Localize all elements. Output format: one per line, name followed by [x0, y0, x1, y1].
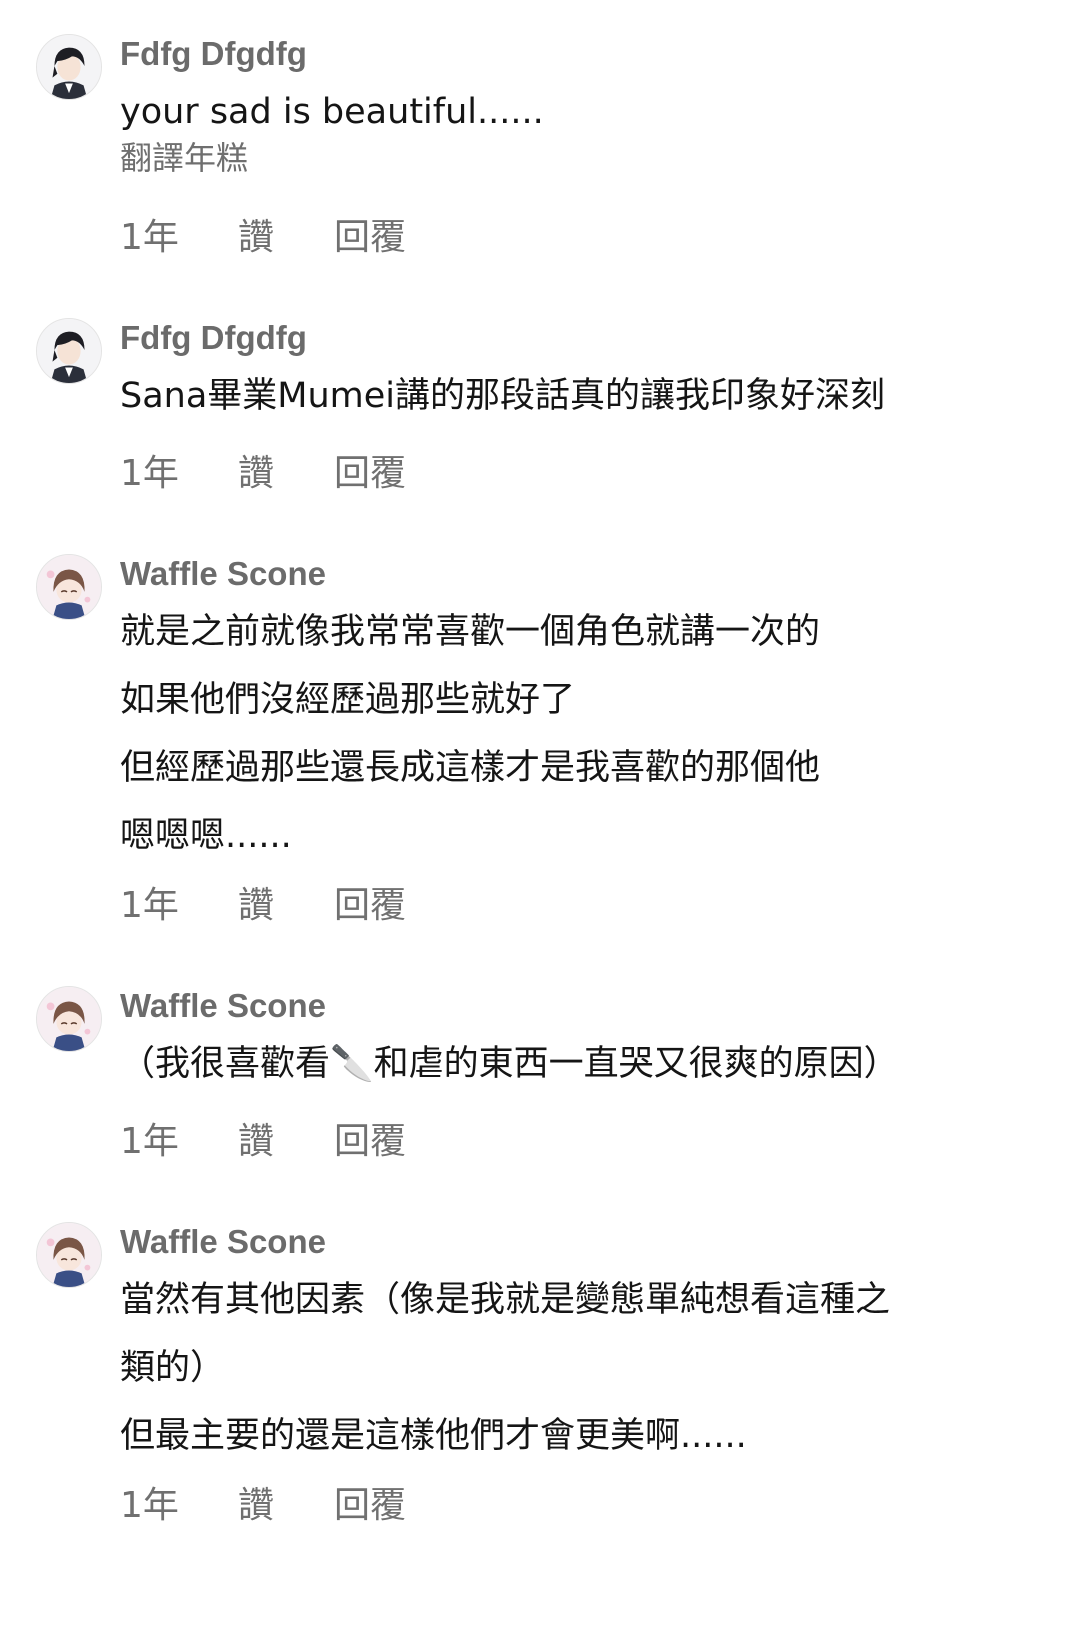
- comment-text-line: 如果他們沒經歷過那些就好了: [120, 680, 576, 720]
- comment-author[interactable]: Fdfg Dfgdfg: [120, 34, 307, 74]
- comment-author[interactable]: Waffle Scone: [120, 986, 326, 1026]
- comment-text-line: your sad is beautiful......: [120, 92, 544, 132]
- comment-text-line: 類的）: [120, 1348, 226, 1388]
- brown-hair-chibi-avatar-icon[interactable]: [36, 1222, 102, 1288]
- comment-text: Sana畢業Mumei講的那段話真的讓我印象好深刻: [120, 362, 1060, 430]
- comment-timestamp: 1年: [120, 1485, 179, 1526]
- brown-hair-chibi-avatar-icon[interactable]: [36, 986, 102, 1052]
- comment-text: your sad is beautiful......: [120, 78, 1060, 146]
- comment-actions: 1年 讚 回覆: [120, 448, 406, 494]
- comment-text-line: 當然有其他因素（像是我就是變態單純想看這種之: [120, 1280, 891, 1320]
- comment-text-line: （我很喜歡看🔪和虐的東西一直哭又很爽的原因）: [120, 1044, 899, 1084]
- like-button[interactable]: 讚: [238, 1476, 334, 1528]
- reply-button[interactable]: 回覆: [334, 876, 406, 928]
- comment-actions: 1年 讚 回覆: [120, 1116, 406, 1162]
- comment-text: 當然有其他因素（像是我就是變態單純想看這種之 類的） 但最主要的還是這樣他們才會…: [120, 1266, 1060, 1470]
- reply-button[interactable]: 回覆: [334, 444, 406, 496]
- comment-author[interactable]: Fdfg Dfgdfg: [120, 318, 307, 358]
- comment-actions: 1年 讚 回覆: [120, 1480, 406, 1526]
- comment-author[interactable]: Waffle Scone: [120, 1222, 326, 1262]
- comment-text-line: 但最主要的還是這樣他們才會更美啊......: [120, 1416, 747, 1456]
- translate-link[interactable]: 翻譯年糕: [120, 138, 248, 178]
- dark-hair-boy-avatar-icon[interactable]: [36, 318, 102, 384]
- comment-text: 就是之前就像我常常喜歡一個角色就講一次的 如果他們沒經歷過那些就好了 但經歷過那…: [120, 598, 1060, 870]
- comment-text-line: Sana畢業Mumei講的那段話真的讓我印象好深刻: [120, 376, 886, 416]
- brown-hair-chibi-avatar-icon[interactable]: [36, 554, 102, 620]
- reply-button[interactable]: 回覆: [334, 1476, 406, 1528]
- like-button[interactable]: 讚: [238, 876, 334, 928]
- like-button[interactable]: 讚: [238, 444, 334, 496]
- comment-text: （我很喜歡看🔪和虐的東西一直哭又很爽的原因）: [120, 1030, 1060, 1098]
- comment-timestamp: 1年: [120, 885, 179, 926]
- comment-actions: 1年 讚 回覆: [120, 212, 406, 258]
- comment-text-line: 就是之前就像我常常喜歡一個角色就講一次的: [120, 612, 821, 652]
- comment-author[interactable]: Waffle Scone: [120, 554, 326, 594]
- like-button[interactable]: 讚: [238, 1112, 334, 1164]
- dark-hair-boy-avatar-icon[interactable]: [36, 34, 102, 100]
- comment-text-line: 嗯嗯嗯......: [120, 816, 292, 856]
- comment-actions: 1年 讚 回覆: [120, 880, 406, 926]
- comment-timestamp: 1年: [120, 453, 179, 494]
- like-button[interactable]: 讚: [238, 208, 334, 260]
- comment-text-line: 但經歷過那些還長成這樣才是我喜歡的那個他: [120, 748, 821, 788]
- comment-timestamp: 1年: [120, 217, 179, 258]
- reply-button[interactable]: 回覆: [334, 208, 406, 260]
- reply-button[interactable]: 回覆: [334, 1112, 406, 1164]
- comment-timestamp: 1年: [120, 1121, 179, 1162]
